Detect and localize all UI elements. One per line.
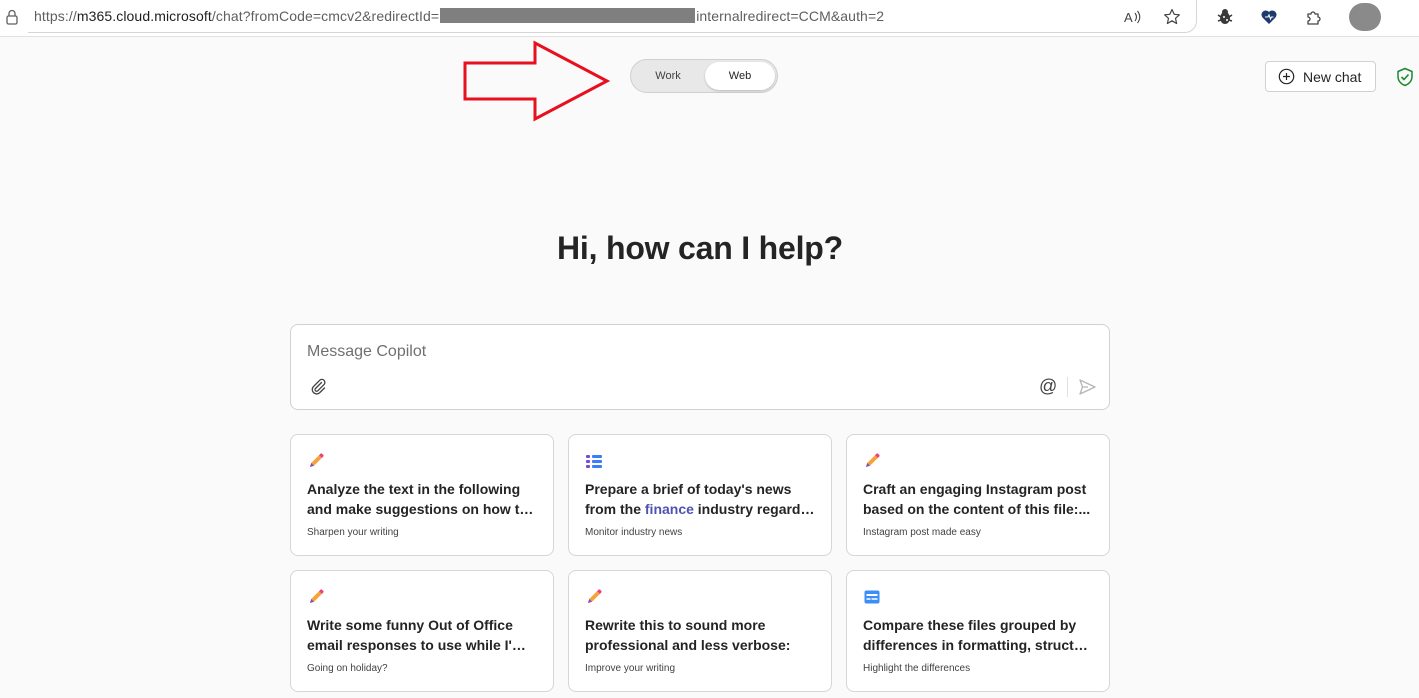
card-title: Compare these files grouped by differenc…	[863, 617, 1093, 653]
profile-avatar[interactable]	[1349, 3, 1381, 31]
card-subtitle: Highlight the differences	[863, 663, 971, 674]
heart-extension-icon[interactable]	[1259, 7, 1279, 27]
card-subtitle: Sharpen your writing	[307, 527, 399, 538]
puzzle-extensions-icon[interactable]	[1304, 7, 1324, 27]
read-aloud-icon[interactable]: A	[1123, 7, 1143, 27]
card-subtitle: Monitor industry news	[585, 527, 683, 538]
card-title: Rewrite this to sound more professional …	[585, 617, 791, 653]
card-title: Analyze the text in the following and ma…	[307, 481, 537, 517]
pencil-icon	[310, 589, 324, 603]
table-icon	[864, 590, 880, 604]
new-chat-label: New chat	[1303, 68, 1362, 85]
card-title: Write some funny Out of Office email res…	[307, 617, 537, 653]
suggestion-card[interactable]: Compare these files grouped by differenc…	[846, 570, 1110, 692]
pencil-icon	[866, 453, 880, 467]
message-input[interactable]: Message Copilot	[307, 343, 426, 361]
redacted-block	[440, 8, 696, 23]
extension-bug-icon[interactable]	[1215, 7, 1235, 27]
suggestion-card[interactable]: Write some funny Out of Office email res…	[290, 570, 554, 692]
send-icon[interactable]	[1077, 377, 1097, 397]
card-subtitle: Going on holiday?	[307, 663, 388, 674]
browser-address-bar: https://m365.cloud.microsoft/chat?fromCo…	[0, 0, 1419, 37]
message-composer[interactable]: Message Copilot @	[290, 324, 1110, 410]
toggle-option-web[interactable]: Web	[705, 62, 775, 90]
url-field[interactable]: https://m365.cloud.microsoft/chat?fromCo…	[28, 0, 1197, 33]
mention-button[interactable]: @	[1039, 376, 1057, 397]
suggestion-card[interactable]: Analyze the text in the following and ma…	[290, 434, 554, 556]
card-subtitle: Improve your writing	[585, 663, 676, 674]
annotation-arrow-icon	[463, 40, 611, 122]
card-subtitle: Instagram post made easy	[863, 527, 981, 538]
suggestion-card[interactable]: Rewrite this to sound more professional …	[568, 570, 832, 692]
suggestion-card[interactable]: Craft an engaging Instagram post based o…	[846, 434, 1110, 556]
composer-divider	[1067, 377, 1068, 397]
pencil-icon	[310, 453, 324, 467]
card-title: Prepare a brief of today's news from the…	[585, 481, 815, 517]
toggle-option-work[interactable]: Work	[631, 60, 705, 92]
shield-check-icon[interactable]	[1395, 67, 1415, 87]
add-chat-icon	[1278, 68, 1295, 85]
list-icon	[586, 455, 602, 468]
lock-icon[interactable]	[5, 9, 19, 25]
svg-text:A: A	[1124, 10, 1133, 25]
page-title: Hi, how can I help?	[557, 230, 843, 266]
pencil-icon	[588, 589, 602, 603]
work-web-toggle[interactable]: Work Web	[630, 59, 778, 93]
new-chat-button[interactable]: New chat	[1265, 61, 1376, 92]
favorite-star-icon[interactable]	[1162, 7, 1182, 27]
card-title: Craft an engaging Instagram post based o…	[863, 481, 1091, 517]
suggestion-card[interactable]: Prepare a brief of today's news from the…	[568, 434, 832, 556]
highlighted-keyword: finance	[644, 501, 694, 517]
attach-paperclip-icon[interactable]	[309, 377, 327, 395]
url-text[interactable]: https://m365.cloud.microsoft/chat?fromCo…	[34, 8, 884, 24]
